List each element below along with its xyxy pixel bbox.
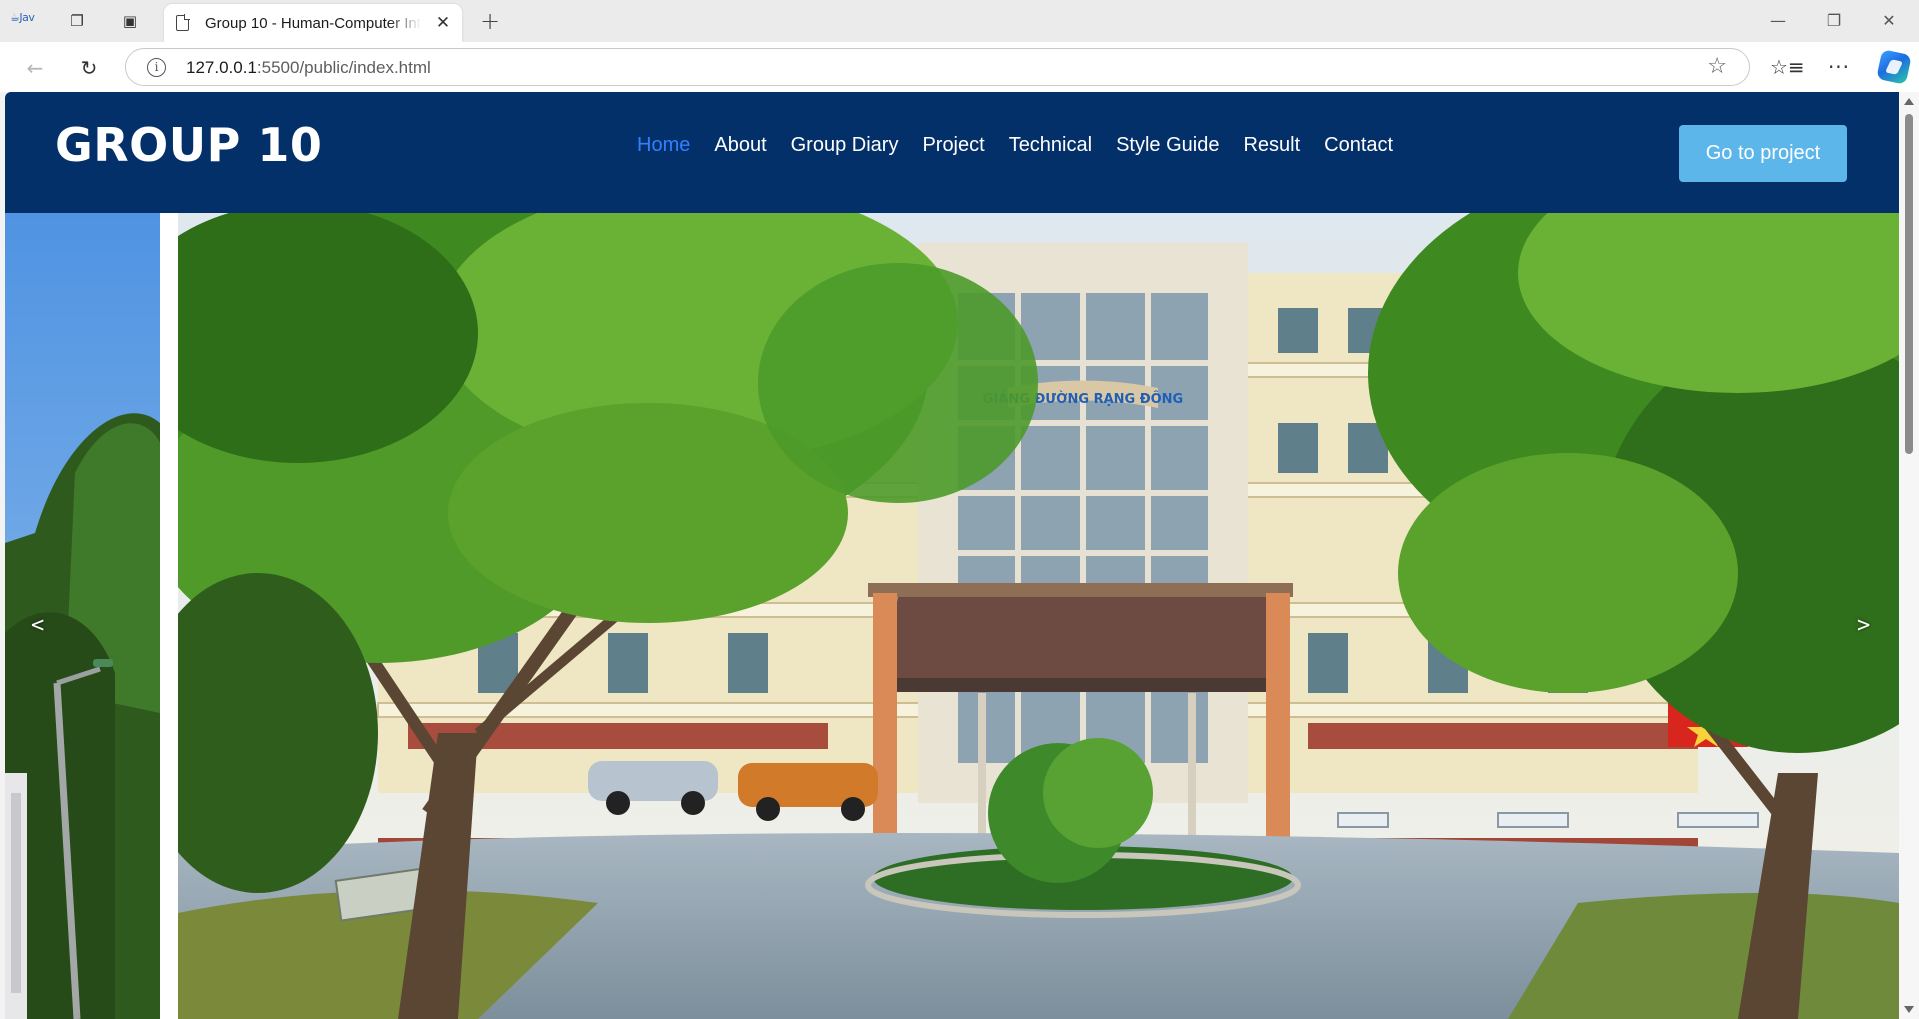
tab-title: Group 10 - Human-Computer Interaction (205, 15, 421, 32)
vertical-scrollbar[interactable] (1899, 92, 1919, 1019)
tab-bar: ☕Jav ❐ ▣ Group 10 - Human-Computer Inter… (0, 0, 1919, 42)
pinned-tab-label: Jav (19, 11, 35, 24)
restore-button[interactable]: ❐ (1811, 8, 1857, 34)
workspaces-icon[interactable]: ❐ (64, 8, 90, 34)
close-window-button[interactable]: ✕ (1866, 8, 1912, 34)
scrollbar-thumb[interactable] (1905, 114, 1913, 454)
page-viewport: GROUP 10 Home About Group Diary Project … (5, 92, 1899, 1019)
scroll-up-arrow-icon[interactable] (1904, 98, 1914, 105)
star-icon[interactable]: ☆ (1707, 54, 1727, 79)
carousel-slide-active: GIẢNG ĐƯỜNG RẠNG ĐÔNG (178, 213, 1899, 1019)
copilot-icon[interactable] (1876, 49, 1912, 85)
toolbar: ← ↻ i 127.0.0.1:5500/public/index.html ☆… (0, 42, 1919, 92)
nav-about[interactable]: About (702, 132, 778, 158)
close-tab-icon[interactable]: ✕ (432, 12, 454, 34)
nav-technical[interactable]: Technical (997, 132, 1104, 158)
minimize-button[interactable]: — (1755, 8, 1801, 34)
vertical-tabs-icon[interactable]: ▣ (117, 8, 143, 34)
carousel-next-button[interactable]: > (1857, 613, 1870, 638)
site-logo[interactable]: GROUP 10 (55, 118, 322, 172)
nav-group-diary[interactable]: Group Diary (779, 132, 911, 158)
carousel-slide-previous (5, 213, 160, 1019)
scroll-down-arrow-icon[interactable] (1904, 1006, 1914, 1013)
site-header: GROUP 10 Home About Group Diary Project … (5, 92, 1899, 213)
active-tab[interactable]: Group 10 - Human-Computer Interaction ✕ (164, 4, 462, 42)
hero-carousel: GIẢNG ĐƯỜNG RẠNG ĐÔNG < > (5, 213, 1899, 1019)
favorites-icon[interactable]: ☆≡ (1770, 52, 1805, 82)
new-tab-button[interactable]: + (477, 8, 503, 34)
site-info-icon[interactable]: i (147, 58, 166, 77)
nav-project[interactable]: Project (910, 132, 996, 158)
main-nav: Home About Group Diary Project Technical… (625, 132, 1405, 158)
more-icon[interactable]: ··· (1824, 52, 1854, 82)
back-arrow-icon[interactable]: ← (21, 54, 49, 82)
url-text[interactable]: 127.0.0.1:5500/public/index.html (186, 58, 431, 78)
go-to-project-button[interactable]: Go to project (1679, 125, 1847, 182)
nav-home[interactable]: Home (625, 132, 702, 158)
campus-photo-previous (5, 213, 160, 1019)
url-host: 127.0.0.1 (186, 58, 257, 77)
campus-building-photo: GIẢNG ĐƯỜNG RẠNG ĐÔNG (178, 213, 1899, 1019)
nav-result[interactable]: Result (1231, 132, 1312, 158)
url-path: :5500/public/index.html (256, 58, 431, 77)
nav-contact[interactable]: Contact (1312, 132, 1405, 158)
nav-style-guide[interactable]: Style Guide (1104, 132, 1231, 158)
reload-icon[interactable]: ↻ (75, 54, 103, 82)
carousel-prev-button[interactable]: < (31, 613, 44, 638)
document-icon (176, 14, 190, 31)
pinned-tab-java[interactable]: ☕Jav (10, 11, 46, 31)
address-bar[interactable]: i 127.0.0.1:5500/public/index.html ☆ (125, 48, 1750, 86)
